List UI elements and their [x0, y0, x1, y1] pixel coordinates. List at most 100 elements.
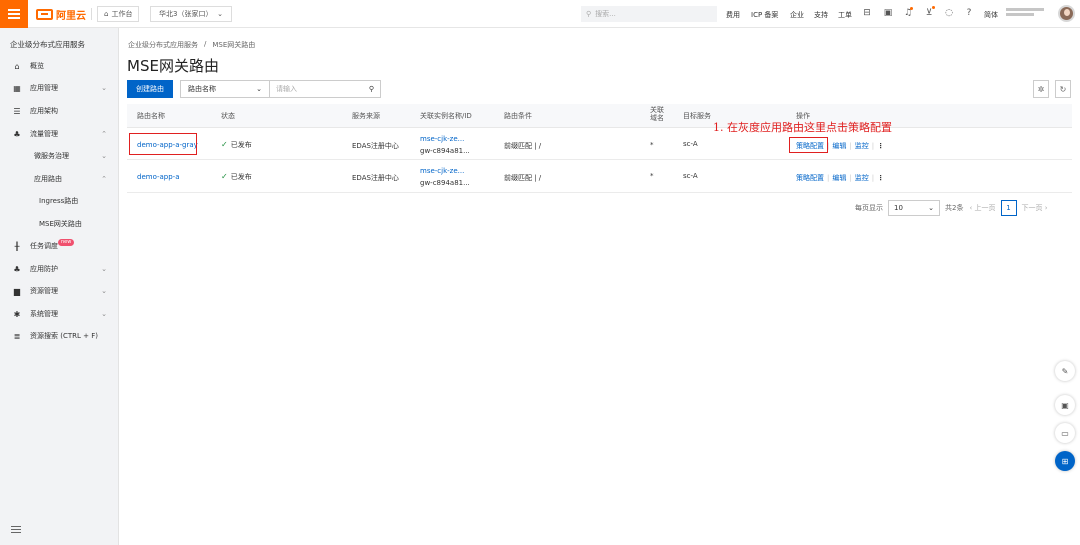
sidebar-item-app-architecture[interactable]: ☰ 应用架构 — [0, 101, 119, 121]
service-source: EDAS注册中心 — [352, 142, 399, 150]
collapse-sidebar-icon[interactable] — [11, 526, 21, 535]
top-link-billing[interactable]: 费用 — [726, 10, 740, 20]
sidebar-item-system-management[interactable]: ✱ 系统管理 ⌄ — [0, 304, 119, 324]
sidebar-item-mse-gateway-routing[interactable]: MSE网关路由 — [0, 214, 119, 234]
message-fab[interactable]: ▭ — [1055, 423, 1075, 443]
route-condition: 前缀匹配 | / — [504, 142, 542, 150]
breadcrumb-item[interactable]: 企业级分布式应用服务 — [128, 40, 198, 50]
search-list-icon: ≣ — [13, 331, 21, 341]
page-size-select[interactable]: 10 ⌄ — [888, 200, 940, 216]
sidebar-item-traffic-management[interactable]: ♣ 流量管理 ⌃ — [0, 124, 119, 144]
instance-id: gw-c894a81... — [420, 179, 470, 187]
language-switch[interactable]: 简体 — [984, 10, 998, 20]
sidebar-item-label: 流量管理 — [30, 130, 58, 138]
global-search-input[interactable]: ⚲ 搜索... — [581, 6, 717, 22]
chevron-down-icon: ⌄ — [101, 84, 107, 92]
sidebar-item-ingress-routing[interactable]: Ingress路由 — [0, 191, 119, 211]
column-header: 关联实例名称/ID — [420, 112, 472, 120]
search-icon: ⚲ — [586, 10, 592, 18]
aliyun-logo[interactable]: 阿里云 — [36, 7, 86, 22]
chevron-right-icon: › — [1042, 204, 1048, 212]
table-row: demo-app-a ✓ 已发布 EDAS注册中心 mse-cjk-ze... g… — [127, 161, 1072, 193]
top-link-icp[interactable]: ICP 备案 — [751, 10, 778, 20]
chevron-up-icon: ⌃ — [101, 130, 107, 138]
sidebar-item-resource-search[interactable]: ≣ 资源搜索 (CTRL + F) — [0, 326, 119, 346]
sidebar-item-microservice-governance[interactable]: 微服务治理 ⌄ — [0, 146, 119, 166]
edit-fab[interactable]: ✎ — [1055, 361, 1075, 381]
sidebar-item-label: 资源管理 — [30, 287, 58, 295]
create-route-button[interactable]: 创建路由 — [127, 80, 173, 98]
sidebar-item-label: Ingress路由 — [39, 197, 79, 205]
page-number-current[interactable]: 1 — [1000, 200, 1017, 216]
sidebar-item-app-management[interactable]: ▦ 应用管理 ⌄ — [0, 78, 119, 98]
schedule-icon: ╫ — [14, 241, 20, 251]
edit-icon: ✎ — [1061, 366, 1069, 376]
chevron-down-icon: ⌄ — [101, 265, 107, 273]
top-bar: 阿里云 ⌂ 工作台 华北3（张家口） ⌄ ⚲ 搜索... 费用 ICP 备案 企… — [0, 0, 1080, 28]
next-page-label: 下一页 — [1021, 204, 1043, 212]
record-fab[interactable]: ▣ — [1055, 395, 1075, 415]
top-link-support[interactable]: 支持 — [814, 10, 828, 20]
edit-link[interactable]: 编辑 — [832, 174, 846, 182]
chevron-down-icon: ⌄ — [928, 204, 934, 212]
annotation-text: 1. 在灰度应用路由这里点击策略配置 — [713, 121, 892, 134]
search-icon[interactable]: ⚲ — [369, 85, 374, 93]
policy-config-link[interactable]: 策略配置 — [796, 174, 824, 182]
location-icon[interactable]: ◌ — [944, 8, 954, 18]
help-icon[interactable]: ? — [964, 8, 974, 18]
settings-button[interactable]: ✲ — [1033, 80, 1049, 98]
apps-fab[interactable]: ⊞ — [1055, 451, 1075, 471]
monitor-link[interactable]: 监控 — [855, 174, 869, 182]
route-name-link[interactable]: demo-app-a — [137, 173, 180, 181]
terminal-icon[interactable]: ⊟ — [862, 8, 872, 18]
monitor-link[interactable]: 监控 — [855, 142, 869, 150]
workbench-button[interactable]: ⌂ 工作台 — [97, 6, 140, 22]
check-icon: ✓ — [221, 172, 228, 181]
avatar[interactable] — [1058, 5, 1075, 22]
highlight-box-route-name — [129, 133, 197, 155]
sidebar-item-resource-management[interactable]: ▆ 资源管理 ⌄ — [0, 281, 119, 301]
cart-icon[interactable]: ⊻ — [924, 8, 934, 18]
top-link-enterprise[interactable]: 企业 — [790, 10, 804, 20]
sidebar-item-label: 应用管理 — [30, 84, 58, 92]
more-icon[interactable]: ⋮ — [877, 174, 884, 182]
menu-icon[interactable] — [0, 0, 28, 28]
instance-name-link[interactable]: mse-cjk-ze... — [420, 135, 464, 143]
search-placeholder: 请输入 — [276, 85, 297, 93]
page-title: MSE网关路由 — [127, 57, 219, 75]
instance-name-link[interactable]: mse-cjk-ze... — [420, 167, 464, 175]
cart-dot — [932, 6, 935, 9]
sidebar-item-label: 概览 — [30, 62, 44, 70]
prev-page-label: 上一页 — [974, 204, 996, 212]
column-header: 关联 域名 — [650, 106, 664, 122]
apps-icon: ⊞ — [1061, 456, 1069, 466]
instance-id: gw-c894a81... — [420, 147, 470, 155]
sidebar-title: 企业级分布式应用服务 — [10, 40, 85, 49]
message-icon: ▭ — [1061, 428, 1069, 438]
sidebar-item-label: MSE网关路由 — [39, 220, 82, 228]
logo-text: 阿里云 — [56, 10, 86, 22]
sidebar-item-overview[interactable]: ⌂ 概览 — [0, 56, 119, 76]
edit-link[interactable]: 编辑 — [832, 142, 846, 150]
sidebar-item-app-protection[interactable]: ♣ 应用防护 ⌄ — [0, 259, 119, 279]
service-source: EDAS注册中心 — [352, 174, 399, 182]
next-page-button[interactable]: 下一页 › — [1022, 203, 1048, 213]
region-selector[interactable]: 华北3（张家口） ⌄ — [150, 6, 232, 22]
highlight-box-policy-config — [789, 137, 828, 153]
logo-mark-icon — [36, 8, 53, 20]
chevron-down-icon: ⌄ — [101, 310, 107, 318]
gear-icon: ✲ — [1037, 84, 1045, 94]
image-icon[interactable]: ▣ — [883, 8, 893, 18]
notification-dot — [910, 7, 913, 10]
refresh-icon: ↻ — [1059, 84, 1067, 94]
new-badge: new — [58, 239, 75, 246]
filter-field-select[interactable]: 路由名称 ⌄ — [180, 80, 270, 98]
prev-page-button[interactable]: ‹ 上一页 — [969, 203, 995, 213]
more-icon[interactable]: ⋮ — [877, 142, 884, 150]
search-placeholder: 搜索... — [595, 10, 616, 18]
account-name[interactable] — [1006, 8, 1044, 16]
refresh-button[interactable]: ↻ — [1055, 80, 1071, 98]
top-link-ticket[interactable]: 工单 — [838, 10, 852, 20]
search-input[interactable]: 请输入 ⚲ — [269, 80, 381, 98]
sidebar-item-app-routing[interactable]: 应用路由 ⌃ — [0, 169, 119, 189]
